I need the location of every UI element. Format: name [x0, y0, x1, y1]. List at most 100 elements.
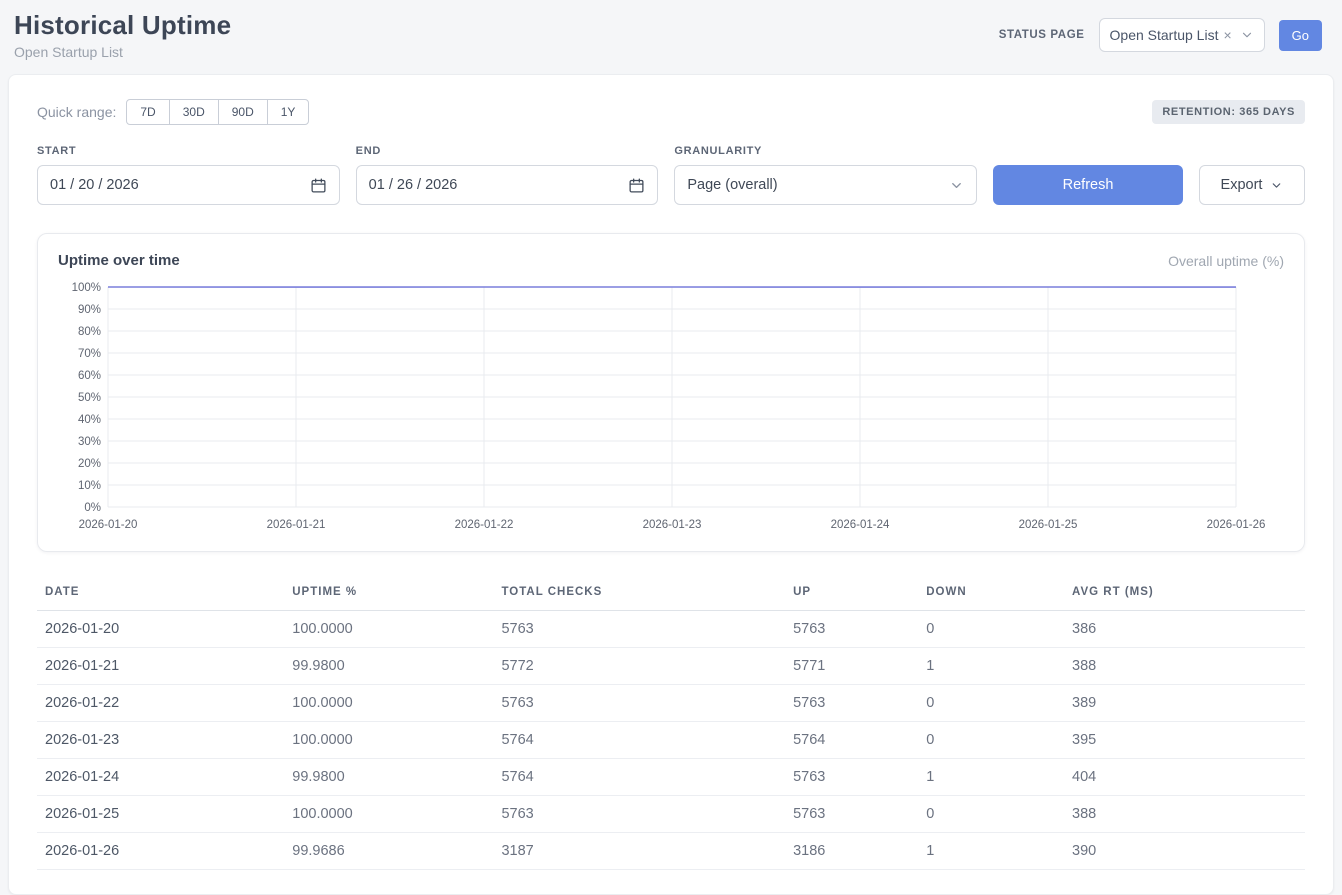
granularity-value: Page (overall) [687, 177, 777, 193]
granularity-field: GRANULARITY Page (overall) [674, 145, 977, 205]
title-block: Historical Uptime Open Startup List [14, 10, 231, 60]
svg-text:70%: 70% [78, 348, 101, 360]
table-cell: 99.9686 [284, 833, 493, 870]
table-cell: 5771 [785, 648, 918, 685]
quick-range-1y-button[interactable]: 1Y [267, 99, 310, 125]
svg-text:10%: 10% [78, 480, 101, 492]
svg-text:2026-01-21: 2026-01-21 [267, 519, 326, 531]
chart-title: Uptime over time [58, 252, 180, 269]
chart-legend: Overall uptime (%) [1168, 253, 1284, 269]
export-button-label: Export [1221, 177, 1263, 193]
table-row: 2026-01-2199.9800577257711388 [37, 648, 1305, 685]
start-date-label: START [37, 145, 340, 157]
chevron-down-icon [949, 178, 964, 193]
svg-text:0%: 0% [84, 502, 101, 514]
quick-range-row: Quick range: 7D 30D 90D 1Y RETENTION: 36… [37, 99, 1305, 125]
table-cell: 100.0000 [284, 796, 493, 833]
table-cell: 1 [918, 648, 1064, 685]
controls-row: START 01 / 20 / 2026 END 01 / 26 / 2026 … [37, 145, 1305, 205]
table-cell: 2026-01-25 [37, 796, 284, 833]
svg-text:90%: 90% [78, 304, 101, 316]
svg-text:40%: 40% [78, 414, 101, 426]
svg-text:60%: 60% [78, 370, 101, 382]
svg-text:2026-01-23: 2026-01-23 [643, 519, 702, 531]
page-subtitle: Open Startup List [14, 44, 231, 60]
svg-text:2026-01-24: 2026-01-24 [831, 519, 890, 531]
table-cell: 2026-01-22 [37, 685, 284, 722]
table-cell: 386 [1064, 611, 1305, 648]
svg-text:2026-01-22: 2026-01-22 [455, 519, 514, 531]
uptime-line-chart: 0% 10% 20% 30% 40% 50% 60% 70% 80% 90% 100% 2026-01… [58, 279, 1284, 539]
table-cell: 5763 [493, 611, 785, 648]
svg-text:50%: 50% [78, 392, 101, 404]
quick-range-segmented: 7D 30D 90D 1Y [126, 99, 309, 125]
column-header: AVG RT (MS) [1064, 578, 1305, 611]
granularity-select[interactable]: Page (overall) [674, 165, 977, 205]
table-row: 2026-01-22100.0000576357630389 [37, 685, 1305, 722]
topbar: Historical Uptime Open Startup List STAT… [0, 0, 1342, 68]
end-date-input[interactable]: 01 / 26 / 2026 [356, 165, 659, 205]
svg-text:2026-01-25: 2026-01-25 [1019, 519, 1078, 531]
topbar-right: STATUS PAGE Open Startup List × Go [999, 18, 1322, 52]
table-row: 2026-01-2699.9686318731861390 [37, 833, 1305, 870]
granularity-label: GRANULARITY [674, 145, 977, 157]
svg-text:100%: 100% [72, 282, 101, 294]
table-cell: 0 [918, 685, 1064, 722]
table-row: 2026-01-23100.0000576457640395 [37, 722, 1305, 759]
chart-header: Uptime over time Overall uptime (%) [58, 252, 1284, 269]
table-cell: 100.0000 [284, 685, 493, 722]
page-title: Historical Uptime [14, 10, 231, 41]
export-button[interactable]: Export [1199, 165, 1305, 205]
table-cell: 99.9800 [284, 759, 493, 796]
table-cell: 1 [918, 833, 1064, 870]
start-date-input[interactable]: 01 / 20 / 2026 [37, 165, 340, 205]
table-cell: 100.0000 [284, 722, 493, 759]
table-cell: 5763 [493, 796, 785, 833]
calendar-icon[interactable] [310, 177, 327, 194]
quick-range-90d-button[interactable]: 90D [218, 99, 268, 125]
table-cell: 395 [1064, 722, 1305, 759]
table-cell: 404 [1064, 759, 1305, 796]
table-cell: 5772 [493, 648, 785, 685]
chevron-down-icon [1240, 28, 1254, 42]
table-cell: 2026-01-20 [37, 611, 284, 648]
chevron-down-icon [1270, 179, 1283, 192]
table-cell: 0 [918, 722, 1064, 759]
svg-text:80%: 80% [78, 326, 101, 338]
table-cell: 0 [918, 611, 1064, 648]
table-cell: 2026-01-21 [37, 648, 284, 685]
quick-range-7d-button[interactable]: 7D [126, 99, 169, 125]
refresh-button[interactable]: Refresh [993, 165, 1183, 205]
uptime-table: DATEUPTIME %TOTAL CHECKSUPDOWNAVG RT (MS… [37, 578, 1305, 870]
table-cell: 390 [1064, 833, 1305, 870]
main-card: Quick range: 7D 30D 90D 1Y RETENTION: 36… [8, 74, 1334, 895]
table-cell: 5763 [785, 611, 918, 648]
table-cell: 1 [918, 759, 1064, 796]
table-row: 2026-01-25100.0000576357630388 [37, 796, 1305, 833]
calendar-icon[interactable] [628, 177, 645, 194]
table-cell: 3187 [493, 833, 785, 870]
table-cell: 5764 [785, 722, 918, 759]
quick-range-30d-button[interactable]: 30D [169, 99, 219, 125]
go-button[interactable]: Go [1279, 20, 1322, 51]
column-header: UPTIME % [284, 578, 493, 611]
end-date-label: END [356, 145, 659, 157]
status-page-select[interactable]: Open Startup List × [1099, 18, 1265, 52]
table-row: 2026-01-20100.0000576357630386 [37, 611, 1305, 648]
svg-text:2026-01-20: 2026-01-20 [79, 519, 138, 531]
table-cell: 0 [918, 796, 1064, 833]
table-cell: 2026-01-23 [37, 722, 284, 759]
table-cell: 5764 [493, 759, 785, 796]
clear-selection-icon[interactable]: × [1223, 27, 1231, 43]
svg-text:20%: 20% [78, 458, 101, 470]
column-header: TOTAL CHECKS [493, 578, 785, 611]
table-cell: 2026-01-26 [37, 833, 284, 870]
svg-text:30%: 30% [78, 436, 101, 448]
column-header: UP [785, 578, 918, 611]
table-cell: 5764 [493, 722, 785, 759]
start-date-field: START 01 / 20 / 2026 [37, 145, 340, 205]
table-cell: 5763 [493, 685, 785, 722]
table-cell: 2026-01-24 [37, 759, 284, 796]
retention-badge: RETENTION: 365 DAYS [1152, 100, 1305, 124]
table-cell: 5763 [785, 685, 918, 722]
